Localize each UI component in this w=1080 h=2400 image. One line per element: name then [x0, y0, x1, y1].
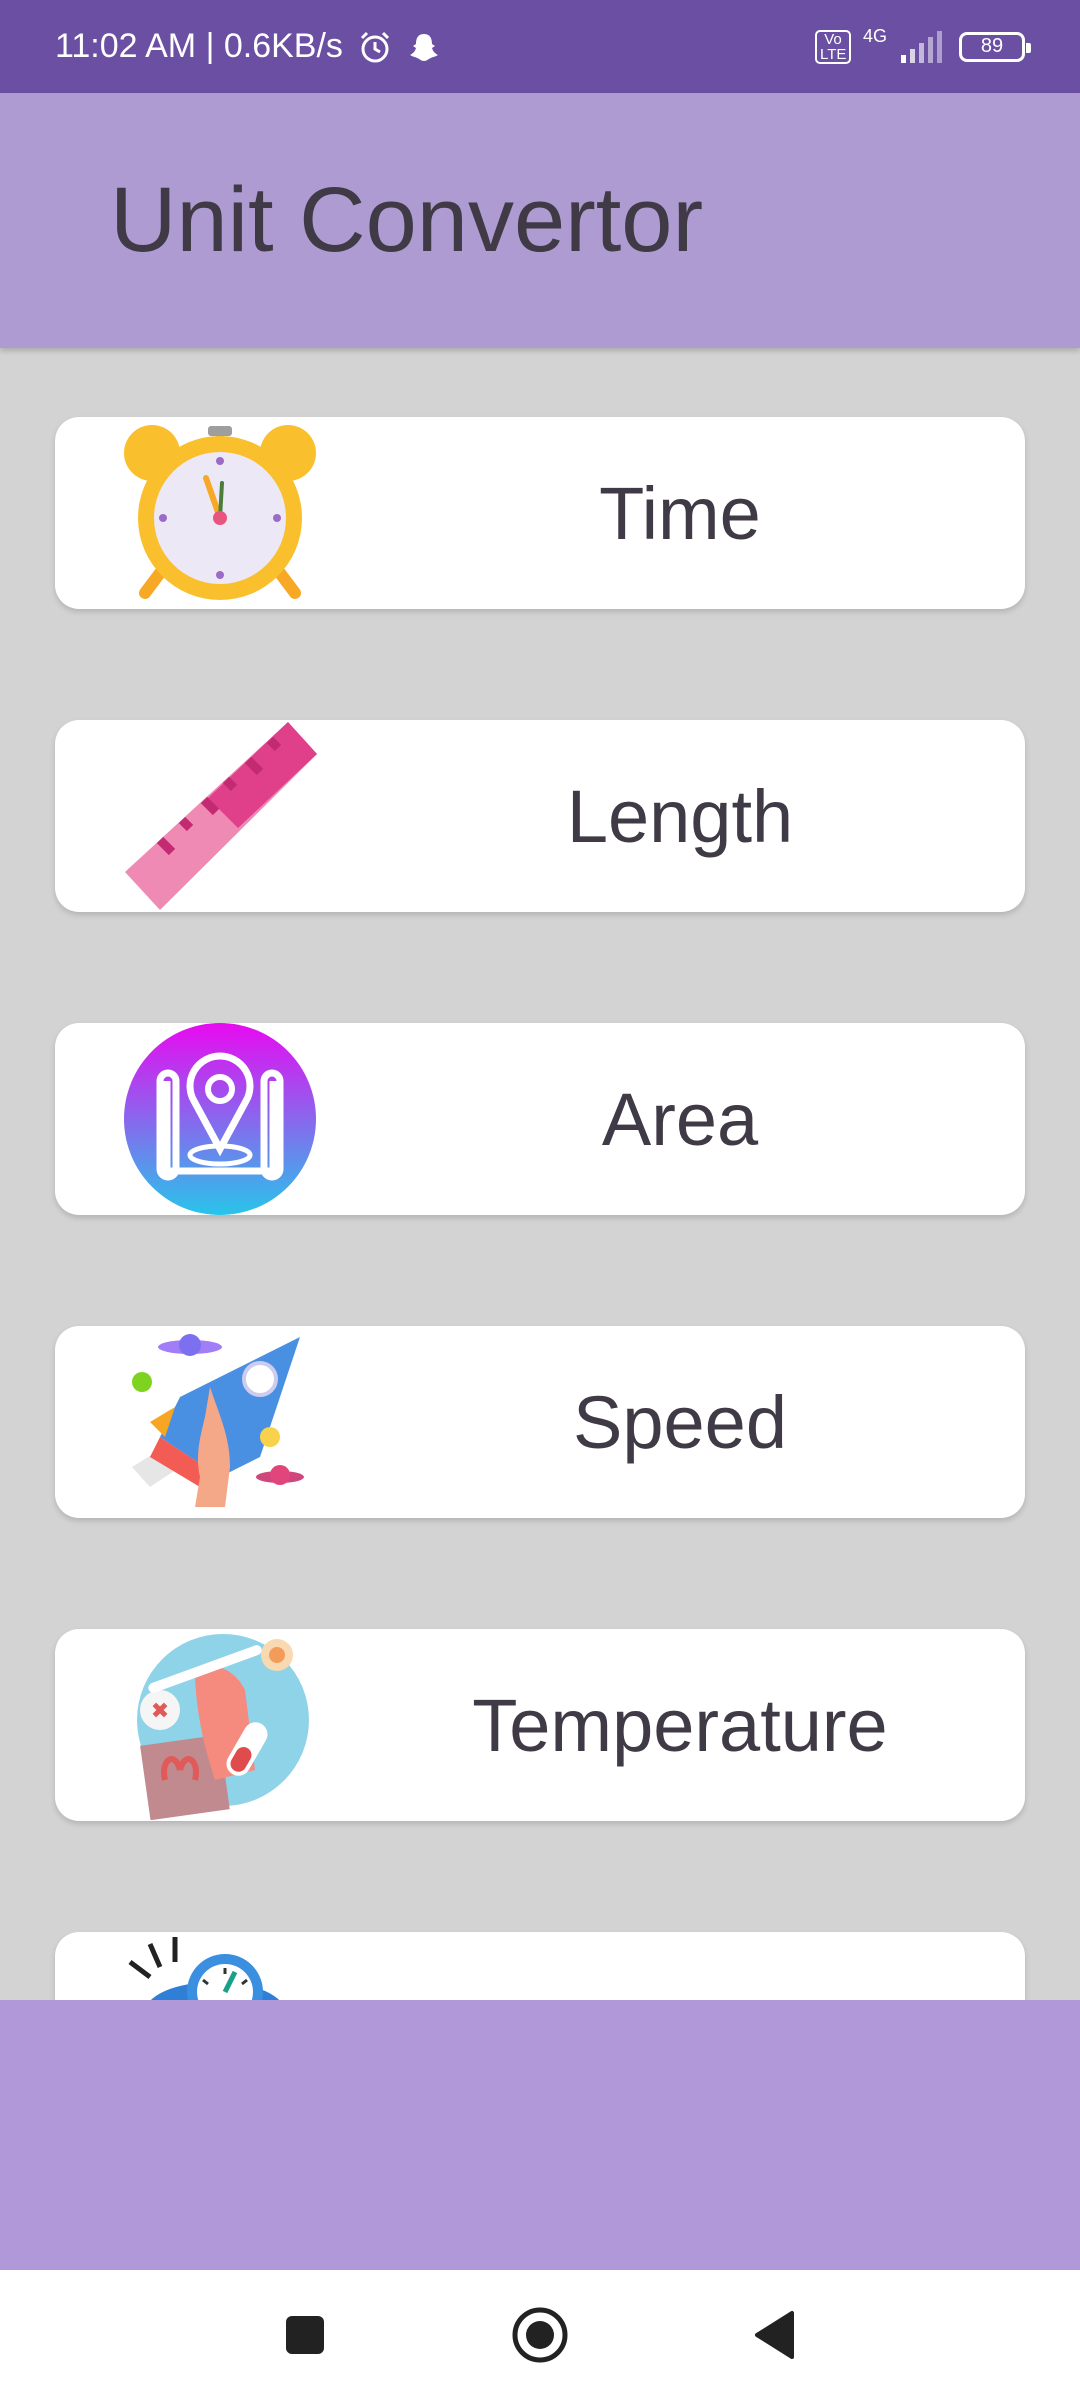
- speed-card[interactable]: Speed: [55, 1326, 1025, 1518]
- temperature-label: Temperature: [472, 1683, 888, 1767]
- speed-label: Speed: [573, 1380, 787, 1464]
- temperature-card[interactable]: Temperature: [55, 1629, 1025, 1821]
- status-time: 11:02 AM | 0.6KB/s: [55, 27, 343, 65]
- bottom-panel: [0, 2000, 1080, 2270]
- snapchat-icon: [407, 30, 441, 64]
- pressure-card[interactable]: [55, 1932, 1025, 2000]
- square-icon: [286, 2316, 324, 2354]
- length-card[interactable]: Length: [55, 720, 1025, 912]
- circle-icon: [512, 2307, 568, 2363]
- signal-icon: [899, 29, 947, 65]
- app-bar: Unit Convertor: [0, 93, 1080, 348]
- home-button[interactable]: [505, 2300, 575, 2370]
- triangle-back-icon: [755, 2311, 794, 2359]
- alarm-icon: [357, 29, 393, 65]
- status-left: 11:02 AM | 0.6KB/s: [55, 27, 441, 66]
- area-card[interactable]: Area: [55, 1023, 1025, 1215]
- thermometer-icon: [120, 1629, 320, 1821]
- area-label: Area: [601, 1077, 759, 1161]
- network-type: 4G: [862, 26, 887, 46]
- status-right: Vo LTE 4G 89: [814, 26, 1031, 65]
- converter-list[interactable]: Time Length Area Speed Temperature: [0, 348, 1080, 2000]
- volte-icon: Vo LTE: [814, 29, 851, 64]
- volte-bottom-text: LTE: [819, 45, 847, 63]
- page-title: Unit Convertor: [110, 169, 704, 271]
- battery-level: 89: [980, 35, 1004, 57]
- status-bar: 11:02 AM | 0.6KB/s Vo LTE 4G 89: [0, 0, 1080, 93]
- time-card[interactable]: Time: [55, 417, 1025, 609]
- volte-top-text: Vo: [824, 30, 842, 48]
- battery-icon: 89: [959, 31, 1031, 62]
- pressure-label: [375, 1932, 985, 2000]
- pressure-gauge-icon: [120, 1932, 320, 2000]
- length-label: Length: [566, 774, 794, 858]
- navigation-bar: [0, 2270, 1080, 2400]
- map-pin-icon: [120, 1023, 320, 1215]
- recent-apps-button[interactable]: [270, 2300, 340, 2370]
- time-label: Time: [599, 471, 761, 555]
- ruler-icon: [120, 720, 320, 912]
- rocket-icon: [120, 1326, 320, 1518]
- alarm-clock-icon: [120, 417, 320, 609]
- back-button[interactable]: [740, 2300, 810, 2370]
